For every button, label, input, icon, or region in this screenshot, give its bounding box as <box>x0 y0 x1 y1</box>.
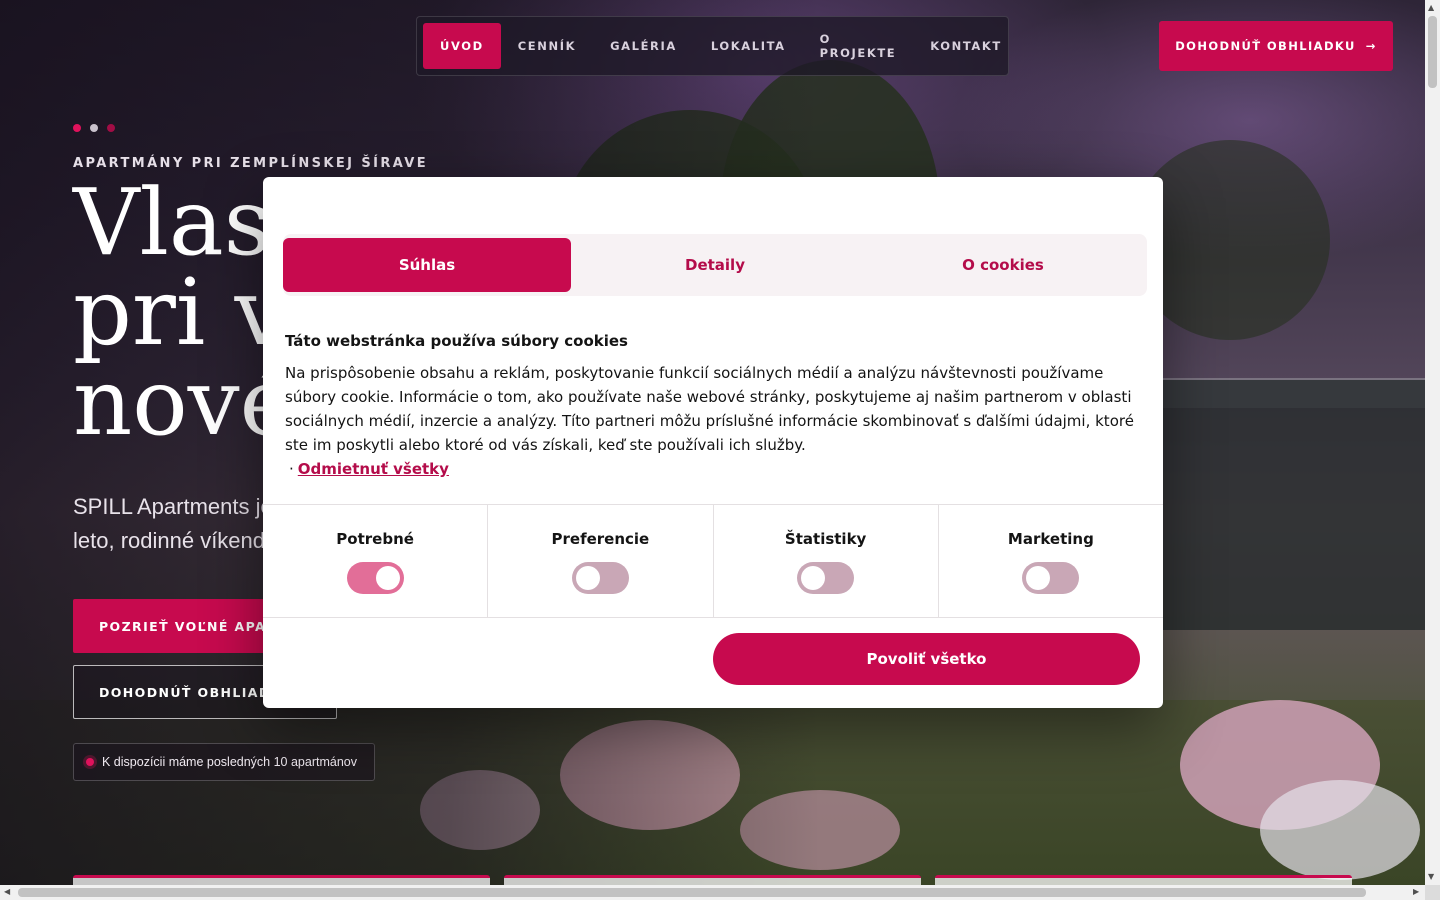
cookie-tab[interactable]: O cookies <box>859 238 1147 292</box>
availability-text: K dispozícii máme posledných 10 apartmán… <box>102 755 357 769</box>
slider-dot[interactable] <box>73 124 81 132</box>
separator: · <box>289 460 294 478</box>
headline-line: pri v <box>73 259 287 366</box>
cookie-category: Preferencie <box>488 505 714 617</box>
cookie-category-label: Preferencie <box>551 530 650 548</box>
scroll-left-icon[interactable]: ◀ <box>4 887 10 896</box>
toggle-knob <box>801 566 826 590</box>
main-nav: ÚVOD CENNÍK GALÉRIA LOKALITA O PROJEKTE KONTA… <box>416 16 1009 76</box>
allow-all-button[interactable]: Povoliť všetko <box>713 633 1140 685</box>
toggle-knob <box>1026 566 1051 590</box>
cookie-consent-dialog: Súhlas Detaily O cookies Táto webstránka p… <box>263 177 1163 708</box>
cookie-tab[interactable]: Detaily <box>571 238 859 292</box>
cookie-category-label: Marketing <box>1007 530 1094 548</box>
cookie-toggle[interactable] <box>1022 562 1080 594</box>
slider-dots <box>73 124 115 132</box>
headline-line: nové <box>73 349 295 456</box>
vertical-scrollbar[interactable] <box>1425 0 1440 885</box>
nav-item[interactable]: O PROJEKTE <box>803 23 914 69</box>
nav-item[interactable]: LOKALITA <box>694 23 803 69</box>
cookie-category: Štatistiky <box>714 505 939 617</box>
cookie-category: Potrebné <box>263 505 489 617</box>
cookie-toggle[interactable] <box>346 562 404 594</box>
cookie-description: Na prispôsobenie obsahu a reklám, poskyt… <box>285 364 1134 454</box>
scroll-down-icon[interactable]: ▼ <box>1428 872 1434 881</box>
decline-all-link[interactable]: Odmietnuť všetky <box>298 460 449 478</box>
cookie-tabs: Súhlas Detaily O cookies <box>283 234 1147 296</box>
cookie-categories: Potrebné Preferencie Štatistiky Marketing <box>263 504 1163 618</box>
cookie-toggle[interactable] <box>571 562 629 594</box>
cookie-title: Táto webstránka používa súbory cookies <box>285 332 628 350</box>
nav-item[interactable]: KONTAKT <box>913 23 1019 69</box>
scroll-right-icon[interactable]: ▶ <box>1413 887 1419 896</box>
headline-line: Vlas <box>73 169 271 276</box>
availability-notice: K dispozícii máme posledných 10 apartmán… <box>73 743 375 781</box>
nav-item[interactable]: CENNÍK <box>501 23 593 69</box>
nav-item[interactable]: ÚVOD <box>423 23 501 69</box>
hero-headline: Vlas pri v nové <box>73 169 295 456</box>
book-viewing-button[interactable]: DOHODNÚŤ OBHLIADKU → <box>1159 21 1393 71</box>
cookie-category: Marketing <box>939 505 1163 617</box>
slider-dot[interactable] <box>90 124 98 132</box>
book-viewing-label: DOHODNÚŤ OBHLIADKU <box>1175 39 1356 53</box>
cookie-category-label: Potrebné <box>336 530 414 548</box>
nav-item[interactable]: GALÉRIA <box>593 23 694 69</box>
cookie-body: Na prispôsobenie obsahu a reklám, poskyt… <box>285 361 1145 481</box>
status-dot-icon <box>86 758 94 766</box>
toggle-knob <box>375 566 400 590</box>
horizontal-scrollbar-thumb[interactable] <box>18 888 1366 897</box>
arrow-right-icon: → <box>1365 39 1377 53</box>
cookie-tab[interactable]: Súhlas <box>283 238 571 292</box>
scrollbar-corner <box>1425 885 1440 900</box>
scroll-up-icon[interactable]: ▲ <box>1428 3 1434 12</box>
vertical-scrollbar-thumb[interactable] <box>1428 16 1437 88</box>
cookie-category-label: Štatistiky <box>784 530 867 548</box>
cookie-toggle[interactable] <box>797 562 855 594</box>
slider-dot[interactable] <box>107 124 115 132</box>
toggle-knob <box>575 566 600 590</box>
